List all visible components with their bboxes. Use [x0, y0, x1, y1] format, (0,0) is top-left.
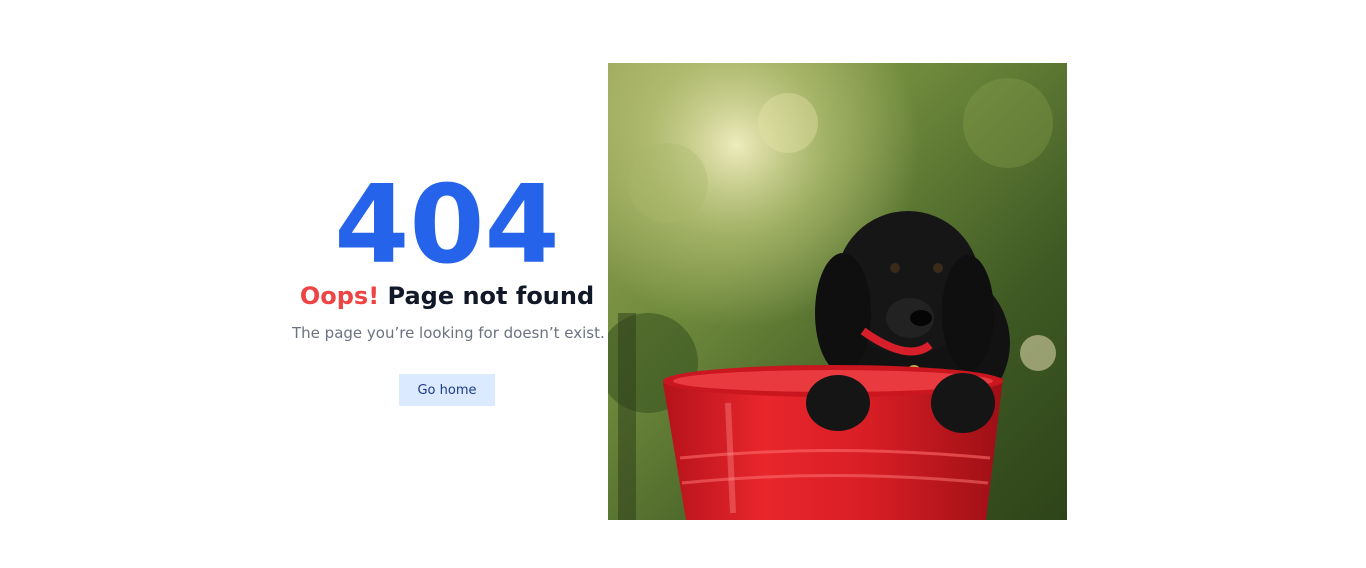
error-message-block: 404 Oops! Page not found The page you’re… [292, 163, 605, 406]
headline-text: Page not found [387, 282, 595, 310]
page-title: Oops! Page not found [292, 281, 602, 311]
error-code: 404 [334, 163, 560, 288]
headline-accent: Oops! [299, 282, 380, 310]
puppy-in-bucket-image [608, 63, 1067, 520]
error-description: The page you’re looking for doesn’t exis… [292, 324, 605, 342]
go-home-button[interactable]: Go home [399, 374, 495, 406]
not-found-page: 404 Oops! Page not found The page you’re… [0, 0, 1366, 568]
